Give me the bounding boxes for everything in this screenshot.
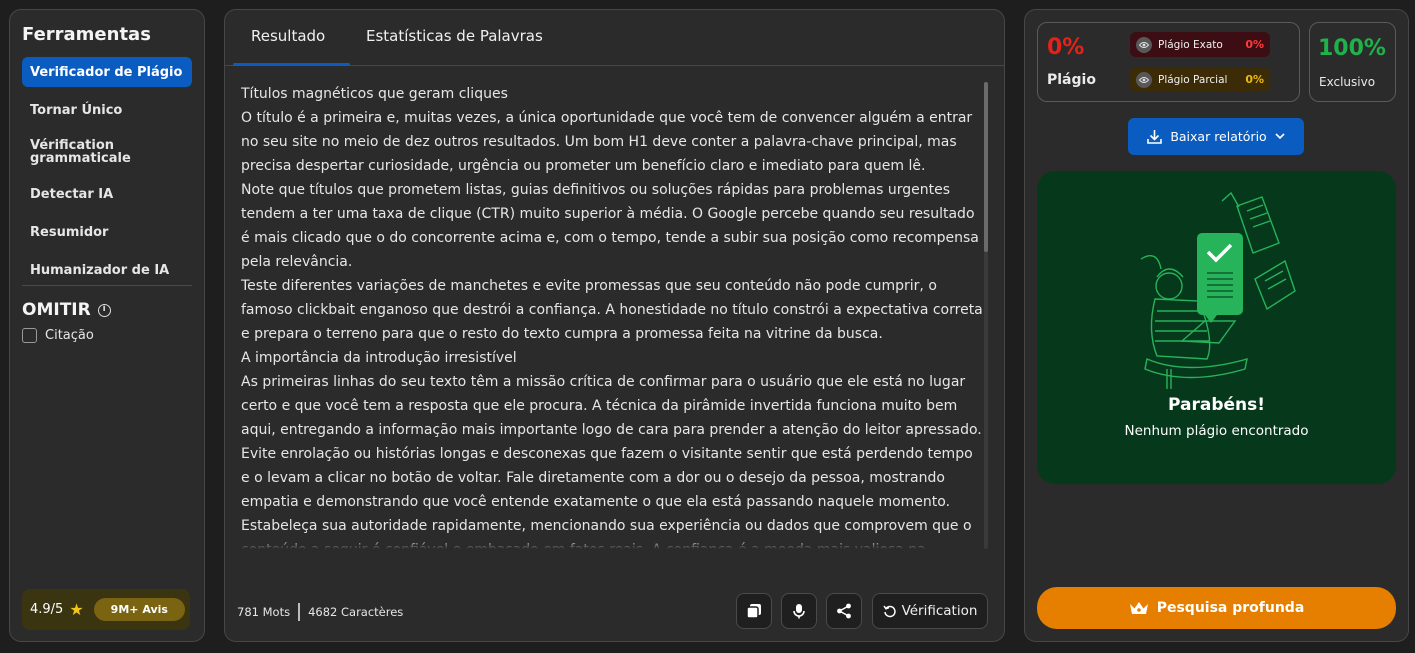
plagiarism-percentage: 0% <box>1047 35 1085 60</box>
rating-score: 4.9/5 <box>30 602 64 617</box>
eye-icon <box>1136 36 1152 53</box>
exact-plagiarism-value: 0% <box>1245 38 1264 51</box>
exact-plagiarism-label: Plágio Exato <box>1158 38 1223 51</box>
microphone-icon <box>793 604 805 619</box>
text-scrollbar[interactable] <box>984 82 988 549</box>
text-paragraph: Evite enrolação ou histórias longas e de… <box>241 446 973 510</box>
copy-icon <box>746 604 761 619</box>
share-button[interactable] <box>826 593 862 629</box>
character-count: 4682 Caractères <box>308 605 404 619</box>
result-tabs: Resultado Estatísticas de Palavras <box>225 10 1004 66</box>
sidebar-title: Ferramentas <box>22 24 151 45</box>
omit-section-header: OMITIR <box>22 300 111 320</box>
text-paragraph: O título é a primeira e, muitas vezes, a… <box>241 110 973 174</box>
active-tab-indicator <box>233 63 350 66</box>
nav-item-make-unique[interactable]: Tornar Único <box>22 95 192 125</box>
word-count: 781 Mots <box>237 605 291 619</box>
success-illustration <box>1140 191 1296 389</box>
deep-search-button[interactable]: Pesquisa profunda <box>1037 587 1396 629</box>
tools-sidebar: Ferramentas Verificador de Plágio Tornar… <box>9 9 205 642</box>
tab-word-statistics[interactable]: Estatísticas de Palavras <box>366 27 543 45</box>
no-plagiarism-message: Nenhum plágio encontrado <box>1124 423 1309 439</box>
nav-item-plagiarism-checker[interactable]: Verificador de Plágio <box>22 57 192 87</box>
nav-item-ai-humanizer[interactable]: Humanizador de IA <box>22 255 192 285</box>
tools-nav: Verificador de Plágio Tornar Único Vérif… <box>22 57 192 293</box>
result-panel: Resultado Estatísticas de Palavras Títul… <box>224 9 1005 642</box>
text-fade <box>241 539 985 549</box>
tab-result[interactable]: Resultado <box>251 27 325 45</box>
exact-plagiarism-pill[interactable]: Plágio Exato 0% <box>1130 32 1270 57</box>
unique-percentage: 100% <box>1318 36 1386 61</box>
nav-item-grammar-check[interactable]: Vérification grammaticale <box>22 133 192 171</box>
verify-button-label: Vérification <box>901 603 978 619</box>
plagiarism-label: Plágio <box>1047 72 1096 88</box>
download-icon <box>1147 130 1163 144</box>
text-paragraph: A importância da introdução irresistível <box>241 350 517 366</box>
rating-badge: 4.9/5 ★ 9M+ Avis <box>22 589 190 630</box>
sidebar-divider <box>22 285 192 286</box>
nav-item-summarizer[interactable]: Resumidor <box>22 217 192 247</box>
partial-plagiarism-label: Plágio Parcial <box>1158 73 1228 86</box>
refresh-icon <box>882 605 896 618</box>
text-paragraph: Títulos magnéticos que geram cliques <box>241 86 508 102</box>
citation-option[interactable]: Citação <box>22 328 94 343</box>
plagiarism-score-card: 0% Plágio Plágio Exato 0% Plágio Parcial… <box>1037 22 1300 102</box>
text-paragraph: Note que títulos que prometem listas, gu… <box>241 182 979 270</box>
unique-label: Exclusivo <box>1319 75 1376 89</box>
checked-text[interactable]: Títulos magnéticos que geram cliques O t… <box>241 82 985 549</box>
chevron-down-icon <box>1275 133 1285 140</box>
text-counts: 781 Mots 4682 Caractères <box>237 603 403 621</box>
text-paragraph: As primeiras linhas do seu texto têm a m… <box>241 374 982 438</box>
eye-icon <box>1136 71 1152 88</box>
verify-button[interactable]: Vérification <box>872 593 988 629</box>
count-divider <box>298 603 301 621</box>
share-icon <box>837 603 851 619</box>
partial-plagiarism-value: 0% <box>1245 73 1264 86</box>
star-icon: ★ <box>69 599 84 619</box>
reviews-count-badge: 9M+ Avis <box>93 598 185 621</box>
download-report-label: Baixar relatório <box>1170 129 1267 144</box>
microphone-button[interactable] <box>781 593 817 629</box>
nav-item-detect-ai[interactable]: Detectar IA <box>22 179 192 209</box>
congrats-title: Parabéns! <box>1167 395 1265 415</box>
deep-search-label: Pesquisa profunda <box>1156 600 1305 616</box>
no-plagiarism-card: Parabéns! Nenhum plágio encontrado <box>1037 171 1396 484</box>
citation-checkbox[interactable] <box>22 328 37 343</box>
citation-label: Citação <box>45 328 94 343</box>
text-paragraph: Teste diferentes variações de manchetes … <box>241 278 983 342</box>
copy-button[interactable] <box>736 593 772 629</box>
omit-title: OMITIR <box>22 300 91 320</box>
report-panel: 0% Plágio Plágio Exato 0% Plágio Parcial… <box>1024 9 1409 642</box>
unique-score-card: 100% Exclusivo <box>1309 22 1396 102</box>
download-report-button[interactable]: Baixar relatório <box>1128 118 1304 155</box>
info-icon[interactable] <box>97 303 111 317</box>
crown-icon <box>1129 602 1148 614</box>
partial-plagiarism-pill[interactable]: Plágio Parcial 0% <box>1130 67 1270 92</box>
scrollbar-thumb[interactable] <box>984 82 988 252</box>
